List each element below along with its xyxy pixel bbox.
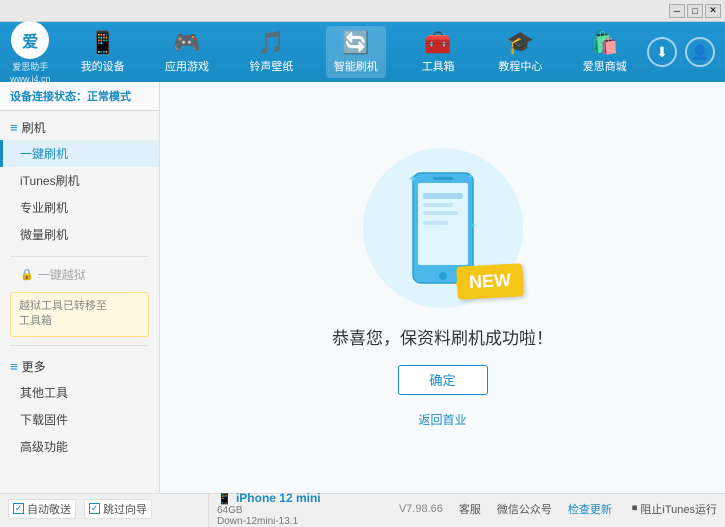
stop-itunes-icon: ⏹ xyxy=(632,502,638,515)
skip-guide-label: 跳过向导 xyxy=(103,501,147,517)
ringtones-icon: 🎵 xyxy=(258,30,285,56)
status-value: 正常模式 xyxy=(87,91,131,103)
my-device-label: 我的设备 xyxy=(81,58,125,74)
sidebar: 设备连接状态：正常模式 ≡ 刷机 一键刷机 iTunes刷机 专业刷机 微量刷机… xyxy=(0,82,160,493)
auto-send-checkbox[interactable]: ✓ 自动敬送 xyxy=(8,499,76,519)
main-area: 设备连接状态：正常模式 ≡ 刷机 一键刷机 iTunes刷机 专业刷机 微量刷机… xyxy=(0,82,725,493)
bottom-bar: ✓ 自动敬送 ✓ 跳过向导 📱 iPhone 12 mini 64GB Down… xyxy=(0,493,725,523)
my-device-icon: 📱 xyxy=(89,30,116,56)
notice-text: 越狱工具已转移至工具箱 xyxy=(19,300,107,327)
nav-items: 📱 我的设备 🎮 应用游戏 🎵 铃声壁纸 🔄 智能刷机 🧰 工具箱 🎓 教程中心… xyxy=(61,26,647,78)
bottom-left: ✓ 自动敬送 ✓ 跳过向导 xyxy=(8,499,208,519)
toolbox-icon: 🧰 xyxy=(424,30,451,56)
nav-item-store[interactable]: 🛍️ 爱思商城 xyxy=(575,26,635,78)
close-button[interactable]: ✕ xyxy=(705,4,721,18)
title-bar: ─ □ ✕ xyxy=(0,0,725,22)
download-button[interactable]: ⬇ xyxy=(647,37,677,67)
more-section-label: 更多 xyxy=(22,358,46,375)
lock-icon: 🔒 xyxy=(20,268,34,281)
device-model: 64GB xyxy=(217,505,360,516)
success-text: 恭喜您，保资料刷机成功啦！ xyxy=(332,324,553,349)
nav-item-tutorials[interactable]: 🎓 教程中心 xyxy=(490,26,550,78)
svg-text:✦: ✦ xyxy=(466,172,474,183)
flash-section-icon: ≡ xyxy=(10,120,18,135)
flash-section-title: ≡ 刷机 xyxy=(0,115,159,140)
sidebar-item-other-tools[interactable]: 其他工具 xyxy=(0,379,159,406)
content-area: ✦ ✦ ✦ NEW 恭喜您，保资料刷机成功啦！ 确定 返回首业 xyxy=(160,82,725,493)
app-games-label: 应用游戏 xyxy=(165,58,209,74)
nav-item-app-games[interactable]: 🎮 应用游戏 xyxy=(157,26,217,78)
nav-item-ringtones[interactable]: 🎵 铃声壁纸 xyxy=(241,26,301,78)
toolbox-label: 工具箱 xyxy=(422,58,455,74)
app-games-icon: 🎮 xyxy=(173,30,200,56)
tutorials-icon: 🎓 xyxy=(507,30,534,56)
nav-item-toolbox[interactable]: 🧰 工具箱 xyxy=(410,26,466,78)
sidebar-item-one-key-flash[interactable]: 一键刷机 xyxy=(0,140,159,167)
logo-icon: 爱 xyxy=(11,21,49,59)
nav-item-my-device[interactable]: 📱 我的设备 xyxy=(73,26,133,78)
sidebar-item-advanced[interactable]: 高级功能 xyxy=(0,433,159,460)
store-label: 爱思商城 xyxy=(583,58,627,74)
user-button[interactable]: 👤 xyxy=(685,37,715,67)
device-info: 📱 iPhone 12 mini 64GB Down-12mini-13.1 xyxy=(208,491,368,527)
nav-right: ⬇ 👤 xyxy=(647,37,715,67)
reflash-link[interactable]: 返回首业 xyxy=(418,411,466,428)
logo-line1: 爱思助手 xyxy=(12,60,48,73)
tutorials-label: 教程中心 xyxy=(498,58,542,74)
divider-1 xyxy=(10,256,149,257)
jailbreak-label: 一键越狱 xyxy=(38,266,86,283)
window-controls[interactable]: ─ □ ✕ xyxy=(669,4,721,18)
status-bar: 设备连接状态：正常模式 xyxy=(0,82,159,111)
bottom-right: V7.98.66 客服 微信公众号 检查更新 xyxy=(399,501,612,517)
sidebar-notice: 越狱工具已转移至工具箱 xyxy=(10,292,149,337)
customer-service-link[interactable]: 客服 xyxy=(459,501,481,517)
device-os: Down-12mini-13.1 xyxy=(217,516,360,527)
flash-section: ≡ 刷机 一键刷机 iTunes刷机 专业刷机 微量刷机 xyxy=(0,111,159,252)
new-text: NEW xyxy=(468,269,511,291)
status-label: 设备连接状态： xyxy=(10,91,87,103)
nav-bar: 爱 爱思助手 www.i4.cn 📱 我的设备 🎮 应用游戏 🎵 铃声壁纸 🔄 … xyxy=(0,22,725,82)
more-section: ≡ 更多 其他工具 下载固件 高级功能 xyxy=(0,350,159,464)
auto-send-label: 自动敬送 xyxy=(27,501,71,517)
version-text: V7.98.66 xyxy=(399,503,443,515)
divider-2 xyxy=(10,345,149,346)
maximize-button[interactable]: □ xyxy=(687,4,703,18)
confirm-button[interactable]: 确定 xyxy=(398,365,488,395)
flash-section-label: 刷机 xyxy=(22,119,46,136)
sidebar-item-download-firmware[interactable]: 下载固件 xyxy=(0,406,159,433)
skip-guide-checkmark: ✓ xyxy=(89,503,100,514)
skip-guide-checkbox[interactable]: ✓ 跳过向导 xyxy=(84,499,152,519)
sidebar-item-jailbreak: 🔒 一键越狱 xyxy=(0,261,159,288)
nav-item-smart-flash[interactable]: 🔄 智能刷机 xyxy=(326,26,386,78)
more-section-title: ≡ 更多 xyxy=(0,354,159,379)
sidebar-item-itunes-flash[interactable]: iTunes刷机 xyxy=(0,167,159,194)
auto-send-checkmark: ✓ xyxy=(13,503,24,514)
svg-text:✦: ✦ xyxy=(470,221,477,230)
logo-area: 爱 爱思助手 www.i4.cn xyxy=(10,21,51,84)
svg-text:✦: ✦ xyxy=(408,172,418,186)
smart-flash-label: 智能刷机 xyxy=(334,58,378,74)
stop-itunes-button[interactable]: ⏹ 阻止iTunes运行 xyxy=(632,501,717,517)
new-badge: NEW xyxy=(456,263,524,299)
check-update-link[interactable]: 检查更新 xyxy=(568,501,612,517)
sidebar-item-pro-flash[interactable]: 专业刷机 xyxy=(0,194,159,221)
wechat-link[interactable]: 微信公众号 xyxy=(497,501,552,517)
checkbox-group: ✓ 自动敬送 ✓ 跳过向导 xyxy=(8,499,152,519)
store-icon: 🛍️ xyxy=(591,30,618,56)
smart-flash-icon: 🔄 xyxy=(342,30,369,56)
minimize-button[interactable]: ─ xyxy=(669,4,685,18)
success-illustration: ✦ ✦ ✦ NEW 恭喜您，保资料刷机成功啦！ 确定 返回首业 xyxy=(332,148,553,428)
sidebar-item-micro-flash[interactable]: 微量刷机 xyxy=(0,221,159,248)
stop-itunes-label: 阻止iTunes运行 xyxy=(640,501,717,517)
ringtones-label: 铃声壁纸 xyxy=(249,58,293,74)
more-section-icon: ≡ xyxy=(10,359,18,374)
phone-container: ✦ ✦ ✦ NEW xyxy=(373,148,513,308)
